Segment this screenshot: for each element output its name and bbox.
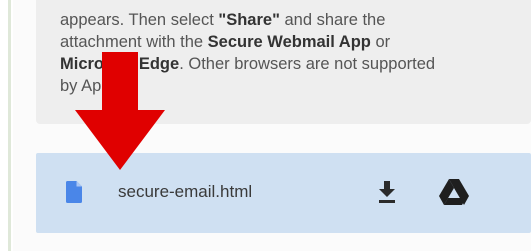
instructions-line1-end: and share the <box>279 11 386 29</box>
instructions-line3-end: . Other browsers are not supported <box>179 55 436 73</box>
google-drive-icon <box>439 179 469 205</box>
instructions-line1-start: appears. Then select <box>60 11 219 29</box>
attachment-file-name[interactable]: secure-email.html <box>118 181 252 203</box>
app-name: Secure Webmail App <box>207 33 371 51</box>
download-button[interactable] <box>370 175 404 209</box>
red-arrow-overlay <box>75 52 165 170</box>
download-icon <box>379 181 395 203</box>
instructions-line2-start: attachment with the <box>60 33 208 51</box>
left-border-line <box>8 0 11 251</box>
share-label: "Share" <box>218 11 280 29</box>
instructions-line2-end: or <box>370 33 391 51</box>
save-to-drive-button[interactable] <box>436 175 472 209</box>
document-icon <box>66 181 82 203</box>
